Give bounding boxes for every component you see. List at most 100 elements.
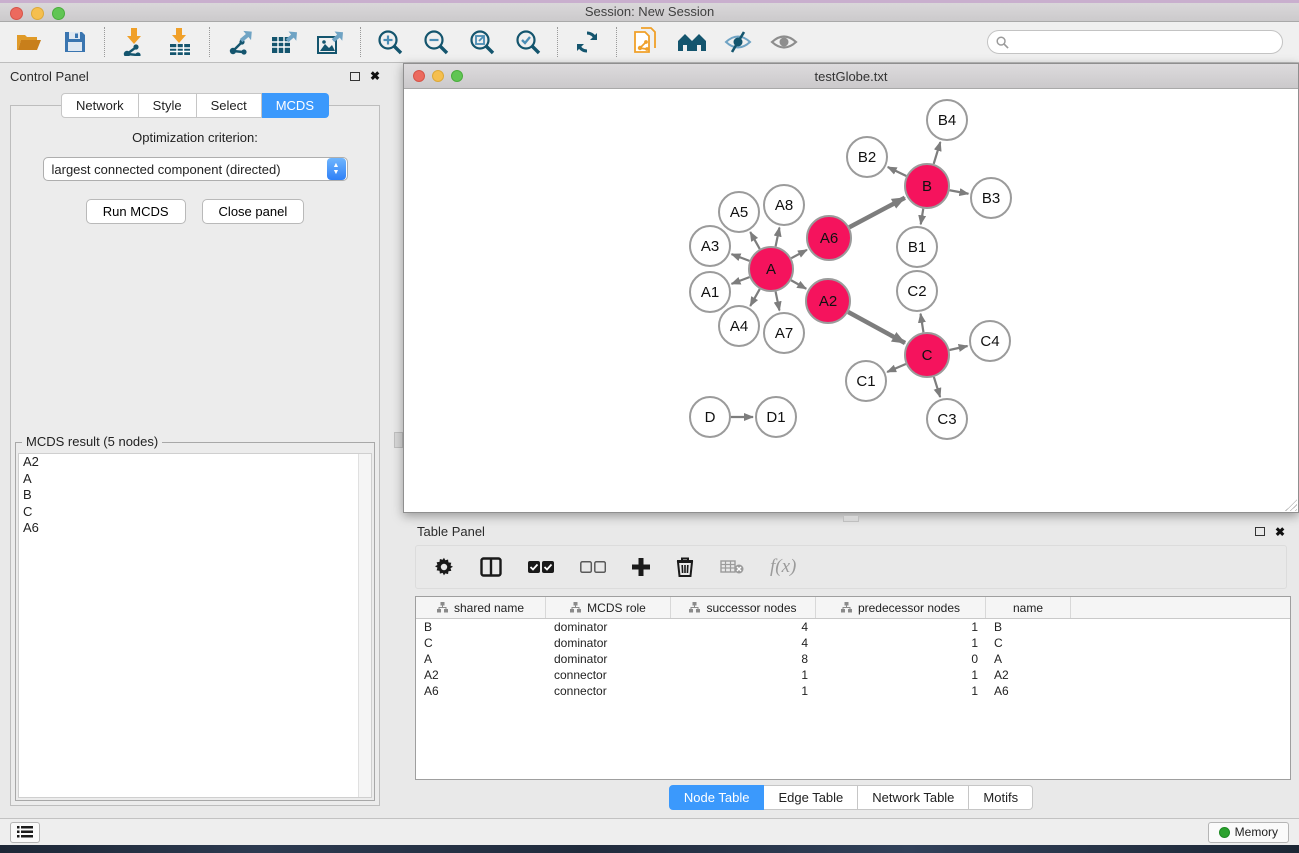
node-B2[interactable]: B2	[847, 137, 887, 177]
cell-successor-nodes[interactable]: 8	[671, 651, 816, 667]
result-item[interactable]: A	[19, 471, 371, 488]
table-row[interactable]: Cdominator41C	[416, 635, 1290, 651]
export-network-icon[interactable]	[224, 27, 254, 57]
node-C2[interactable]: C2	[897, 271, 937, 311]
edge-C-C4[interactable]	[949, 346, 967, 350]
node-A6[interactable]: A6	[807, 216, 851, 260]
node-D1[interactable]: D1	[756, 397, 796, 437]
cell-MCDS-role[interactable]: connector	[546, 683, 671, 699]
cell-MCDS-role[interactable]: dominator	[546, 619, 671, 635]
tab-network[interactable]: Network	[61, 93, 139, 118]
select-all-icon[interactable]	[528, 560, 554, 574]
node-C1[interactable]: C1	[846, 361, 886, 401]
mcds-result-list[interactable]: A2ABCA6	[18, 453, 372, 798]
tab-style[interactable]: Style	[139, 93, 197, 118]
close-panel-button[interactable]: Close panel	[202, 199, 305, 224]
tab-node-table[interactable]: Node Table	[669, 785, 765, 810]
run-mcds-button[interactable]: Run MCDS	[86, 199, 186, 224]
close-table-panel-icon[interactable]: ✖	[1275, 526, 1285, 538]
refresh-icon[interactable]	[572, 27, 602, 57]
save-session-icon[interactable]	[60, 27, 90, 57]
node-C3[interactable]: C3	[927, 399, 967, 439]
hide-selected-icon[interactable]	[723, 27, 753, 57]
edge-A-A8[interactable]	[776, 228, 780, 247]
tab-network-table[interactable]: Network Table	[858, 785, 969, 810]
cell-successor-nodes[interactable]: 1	[671, 683, 816, 699]
network-window-titlebar[interactable]: testGlobe.txt	[404, 64, 1298, 89]
node-A2[interactable]: A2	[806, 279, 850, 323]
close-panel-icon[interactable]: ✖	[370, 70, 380, 82]
result-list-scrollbar[interactable]	[358, 454, 371, 797]
cell-shared-name[interactable]: A	[416, 651, 546, 667]
edge-C-C1[interactable]	[887, 364, 906, 372]
tab-mcds[interactable]: MCDS	[262, 93, 329, 118]
open-file-icon[interactable]	[14, 27, 44, 57]
search-text-field[interactable]	[1009, 35, 1274, 49]
table-row[interactable]: Adominator80A	[416, 651, 1290, 667]
new-network-from-selection-icon[interactable]	[631, 27, 661, 57]
node-B1[interactable]: B1	[897, 227, 937, 267]
cell-predecessor-nodes[interactable]: 1	[816, 683, 986, 699]
tab-edge-table[interactable]: Edge Table	[764, 785, 858, 810]
node-D[interactable]: D	[690, 397, 730, 437]
window-resize-grip[interactable]	[1285, 499, 1297, 511]
cell-name[interactable]: A2	[986, 667, 1071, 683]
edge-A-A2[interactable]	[791, 280, 806, 289]
edge-A-A4[interactable]	[750, 289, 759, 306]
add-icon[interactable]	[632, 558, 650, 576]
export-table-icon[interactable]	[270, 27, 300, 57]
optimization-criterion-select[interactable]: largest connected component (directed) ▲…	[43, 157, 348, 181]
edge-B-B4[interactable]	[934, 142, 941, 164]
cell-successor-nodes[interactable]: 1	[671, 667, 816, 683]
edge-C-C3[interactable]	[934, 377, 940, 397]
column-header-shared-name[interactable]: shared name	[416, 597, 546, 618]
first-neighbors-icon[interactable]	[677, 27, 707, 57]
node-table[interactable]: shared nameMCDS rolesuccessor nodesprede…	[415, 596, 1291, 780]
float-table-panel-icon[interactable]	[1255, 527, 1265, 536]
cell-name[interactable]: B	[986, 619, 1071, 635]
edge-A-A3[interactable]	[732, 254, 750, 261]
node-C[interactable]: C	[905, 333, 949, 377]
delete-table-icon[interactable]	[720, 559, 744, 575]
network-graph[interactable]: B4B2BB3A5A8A6A3B1AA1C2A2A4A7C4CC1C3DD1	[404, 89, 1298, 512]
table-row[interactable]: Bdominator41B	[416, 619, 1290, 635]
edge-B-B2[interactable]	[888, 167, 907, 176]
cell-predecessor-nodes[interactable]: 1	[816, 667, 986, 683]
edge-B-B1[interactable]	[921, 209, 924, 225]
node-B[interactable]: B	[905, 164, 949, 208]
edge-A-A7[interactable]	[776, 292, 780, 311]
cell-shared-name[interactable]: B	[416, 619, 546, 635]
cell-successor-nodes[interactable]: 4	[671, 635, 816, 651]
column-header-MCDS-role[interactable]: MCDS role	[546, 597, 671, 618]
table-row[interactable]: A6connector11A6	[416, 683, 1290, 699]
node-A8[interactable]: A8	[764, 185, 804, 225]
deselect-all-icon[interactable]	[580, 560, 606, 574]
node-B4[interactable]: B4	[927, 100, 967, 140]
cell-MCDS-role[interactable]: dominator	[546, 635, 671, 651]
cell-predecessor-nodes[interactable]: 1	[816, 619, 986, 635]
zoom-selected-icon[interactable]	[513, 27, 543, 57]
result-item[interactable]: A6	[19, 520, 371, 537]
tab-motifs[interactable]: Motifs	[969, 785, 1033, 810]
node-C4[interactable]: C4	[970, 321, 1010, 361]
zoom-in-icon[interactable]	[375, 27, 405, 57]
cell-successor-nodes[interactable]: 4	[671, 619, 816, 635]
node-A5[interactable]: A5	[719, 192, 759, 232]
result-item[interactable]: B	[19, 487, 371, 504]
result-item[interactable]: C	[19, 504, 371, 521]
cell-MCDS-role[interactable]: connector	[546, 667, 671, 683]
search-input[interactable]	[987, 30, 1283, 54]
cell-predecessor-nodes[interactable]: 1	[816, 635, 986, 651]
zoom-out-icon[interactable]	[421, 27, 451, 57]
cell-name[interactable]: C	[986, 635, 1071, 651]
zoom-fit-icon[interactable]	[467, 27, 497, 57]
edge-A6-B[interactable]	[849, 198, 905, 228]
cell-name[interactable]: A	[986, 651, 1071, 667]
column-header-successor-nodes[interactable]: successor nodes	[671, 597, 816, 618]
float-panel-icon[interactable]	[350, 72, 360, 81]
node-A4[interactable]: A4	[719, 306, 759, 346]
settings-icon[interactable]	[434, 557, 454, 577]
import-network-icon[interactable]	[119, 27, 149, 57]
vertical-split-handle[interactable]	[394, 432, 403, 448]
import-table-icon[interactable]	[165, 27, 195, 57]
